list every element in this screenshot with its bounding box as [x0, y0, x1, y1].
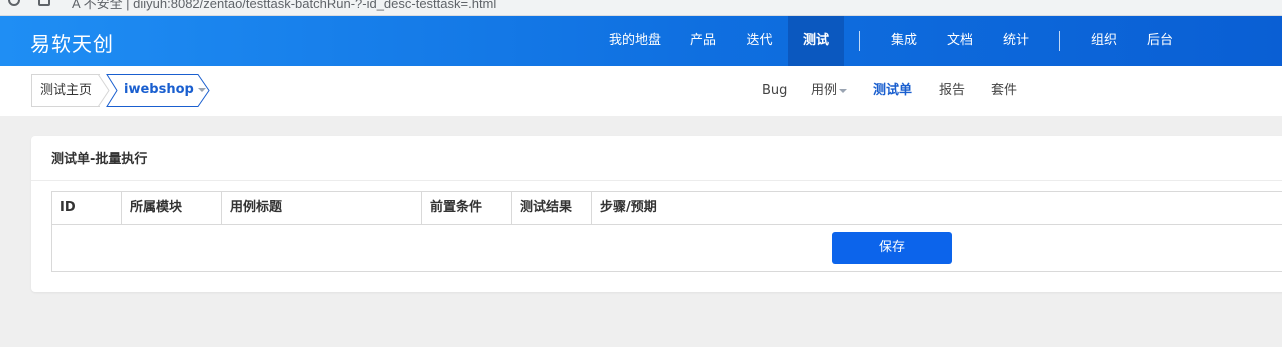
url-text[interactable]: A 不安全 | diiyuh:8082/zentao/testtask-batc…: [72, 0, 496, 12]
subnav-report[interactable]: 报告: [939, 66, 965, 116]
sub-navigation-bar: 测试主页 iwebshop Bug 用例 测试单 报告 套件: [0, 66, 1282, 116]
table-header: ID 所属模块 用例标题 前置条件 测试结果 步骤/预期: [52, 192, 1282, 225]
nav-organization[interactable]: 组织: [1076, 16, 1132, 66]
nav-docs[interactable]: 文档: [932, 16, 988, 66]
batch-run-table: ID 所属模块 用例标题 前置条件 测试结果 步骤/预期 保存: [51, 191, 1282, 272]
panel-title: 测试单-批量执行: [51, 152, 148, 167]
brand-logo[interactable]: 易软天创: [30, 28, 114, 57]
reload-icon[interactable]: [8, 0, 20, 6]
home-icon[interactable]: [38, 0, 50, 6]
nav-admin[interactable]: 后台: [1132, 16, 1188, 66]
subnav-testcase[interactable]: 用例: [811, 66, 848, 116]
nav-iteration[interactable]: 迭代: [731, 16, 788, 66]
chevron-down-icon: [839, 88, 848, 93]
breadcrumb-test-home[interactable]: 测试主页: [31, 74, 101, 107]
breadcrumb-product-switcher[interactable]: iwebshop: [108, 74, 216, 107]
nav-test[interactable]: 测试: [788, 16, 844, 66]
subnav-testtask[interactable]: 测试单: [873, 66, 912, 116]
column-header-case-title[interactable]: 用例标题: [222, 192, 422, 224]
batch-run-panel: 测试单-批量执行 ID 所属模块 用例标题 前置条件 测试结果 步骤/预期 保存: [31, 136, 1282, 292]
chevron-down-icon: [197, 87, 206, 92]
breadcrumb-product-label: iwebshop: [124, 82, 194, 97]
save-button[interactable]: 保存: [832, 232, 952, 264]
column-header-test-result[interactable]: 测试结果: [512, 192, 592, 224]
column-header-precondition[interactable]: 前置条件: [422, 192, 512, 224]
nav-my-dashboard[interactable]: 我的地盘: [595, 16, 675, 66]
top-navigation-bar: 易软天创 我的地盘 产品 迭代 测试 集成 文档 统计 组织 后台: [0, 16, 1282, 66]
column-header-id[interactable]: ID: [52, 192, 122, 224]
nav-statistics[interactable]: 统计: [988, 16, 1044, 66]
subnav-bug[interactable]: Bug: [762, 66, 787, 116]
browser-address-bar: A 不安全 | diiyuh:8082/zentao/testtask-batc…: [0, 0, 1282, 16]
nav-divider: [859, 31, 860, 51]
nav-divider: [1059, 31, 1060, 51]
column-header-module[interactable]: 所属模块: [122, 192, 222, 224]
column-header-steps-expected[interactable]: 步骤/预期: [592, 192, 1282, 224]
panel-divider: [31, 180, 1282, 181]
nav-product[interactable]: 产品: [675, 16, 731, 66]
nav-integration[interactable]: 集成: [876, 16, 932, 66]
subnav-suite[interactable]: 套件: [991, 66, 1017, 116]
subnav-testcase-label: 用例: [811, 83, 838, 98]
